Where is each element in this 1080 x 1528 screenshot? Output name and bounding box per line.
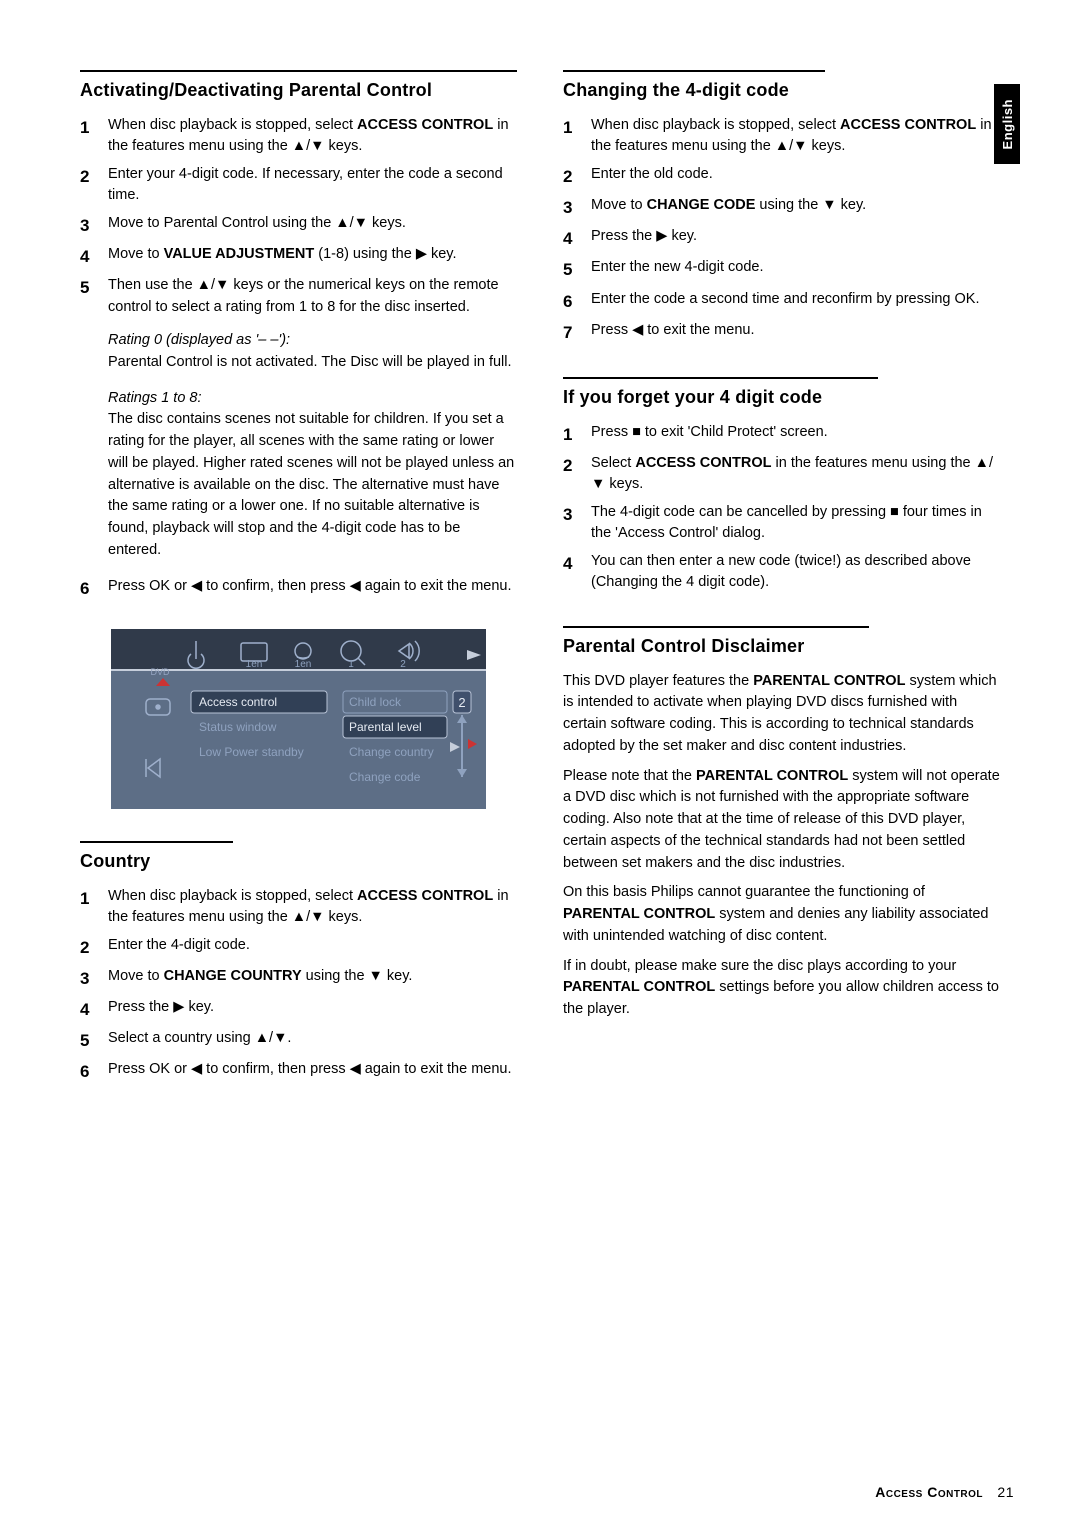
step-body: Press the ▶ key. bbox=[108, 997, 517, 1022]
step-body: Select ACCESS CONTROL in the features me… bbox=[591, 453, 1000, 496]
step-body: Move to CHANGE COUNTRY using the ▼ key. bbox=[108, 966, 517, 991]
svg-text:1: 1 bbox=[348, 659, 354, 670]
step-number: 1 bbox=[80, 115, 94, 158]
osd-menu-figure: DVD bbox=[111, 629, 486, 809]
heading-activating: Activating/Deactivating Parental Control bbox=[80, 70, 517, 101]
step-body: Press OK or ◀ to confirm, then press ◀ a… bbox=[108, 1059, 517, 1084]
step-number: 3 bbox=[80, 966, 94, 991]
steps-forgot-code: 1 Press ■ to exit 'Child Protect' screen.… bbox=[563, 422, 1000, 594]
heading-change-code: Changing the 4-digit code bbox=[563, 70, 825, 101]
section-disclaimer: Parental Control Disclaimer This DVD pla… bbox=[563, 626, 1000, 1021]
steps-country: 1 When disc playback is stopped, select A… bbox=[80, 886, 517, 1085]
right-column: Changing the 4-digit code 1 When disc pla… bbox=[563, 70, 1000, 1096]
heading-disclaimer: Parental Control Disclaimer bbox=[563, 626, 869, 657]
step-body: Move to CHANGE CODE using the ▼ key. bbox=[591, 195, 1000, 220]
step-body: Enter your 4-digit code. If necessary, e… bbox=[108, 164, 517, 207]
step-number: 2 bbox=[80, 935, 94, 960]
step-number: 6 bbox=[563, 289, 577, 314]
step-body: Enter the 4-digit code. bbox=[108, 935, 517, 960]
rating-notes: Rating 0 (displayed as '– –'): Parental … bbox=[80, 330, 517, 562]
step-body: When disc playback is stopped, select AC… bbox=[591, 115, 1000, 158]
steps-activating: 1 When disc playback is stopped, select A… bbox=[80, 115, 517, 318]
left-column: Activating/Deactivating Parental Control… bbox=[80, 70, 517, 1096]
manual-page: English Activating/Deactivating Parental… bbox=[0, 0, 1080, 1528]
dvd-logo-text: DVD bbox=[150, 667, 170, 677]
step-number: 4 bbox=[563, 551, 577, 594]
disclaimer-para: If in doubt, please make sure the disc p… bbox=[563, 956, 1000, 1021]
step-body: Move to Parental Control using the ▲/▼ k… bbox=[108, 213, 517, 238]
disclaimer-para: On this basis Philips cannot guarantee t… bbox=[563, 882, 1000, 947]
section-activating-parental: Activating/Deactivating Parental Control… bbox=[80, 70, 517, 809]
step-number: 1 bbox=[563, 422, 577, 447]
step-number: 3 bbox=[80, 213, 94, 238]
content-columns: Activating/Deactivating Parental Control… bbox=[80, 70, 1014, 1096]
step-number: 5 bbox=[80, 1028, 94, 1053]
disclaimer-body: This DVD player features the PARENTAL CO… bbox=[563, 671, 1000, 1021]
step-body: Enter the new 4-digit code. bbox=[591, 257, 1000, 282]
step-number: 6 bbox=[80, 1059, 94, 1084]
step-number: 7 bbox=[563, 320, 577, 345]
step-body: The 4-digit code can be cancelled by pre… bbox=[591, 502, 1000, 545]
ratings18-head: Ratings 1 to 8: bbox=[108, 388, 517, 410]
section-forgot-code: If you forget your 4 digit code 1 Press ■… bbox=[563, 377, 1000, 594]
step-body: Select a country using ▲/▼. bbox=[108, 1028, 517, 1053]
ratings18-body: The disc contains scenes not suitable fo… bbox=[108, 409, 517, 561]
step-body: Press OK or ◀ to confirm, then press ◀ a… bbox=[108, 576, 517, 601]
disclaimer-para: Please note that the PARENTAL CONTROL sy… bbox=[563, 766, 1000, 875]
heading-forgot-code: If you forget your 4 digit code bbox=[563, 377, 878, 408]
step-number: 4 bbox=[80, 997, 94, 1022]
svg-text:2: 2 bbox=[458, 695, 465, 710]
step-number: 5 bbox=[563, 257, 577, 282]
step-body: Enter the old code. bbox=[591, 164, 1000, 189]
rating0-head: Rating 0 (displayed as '– –'): bbox=[108, 330, 517, 352]
page-footer: Access Control 21 bbox=[875, 1484, 1014, 1500]
step-body: Then use the ▲/▼ keys or the numerical k… bbox=[108, 275, 517, 318]
language-tab: English bbox=[994, 84, 1020, 164]
svg-text:Access control: Access control bbox=[199, 695, 277, 709]
steps-activating-cont: 6 Press OK or ◀ to confirm, then press ◀ … bbox=[80, 576, 517, 601]
step-number: 2 bbox=[80, 164, 94, 207]
svg-text:Low Power standby: Low Power standby bbox=[199, 745, 304, 759]
step-number: 3 bbox=[563, 502, 577, 545]
step-number: 5 bbox=[80, 275, 94, 318]
svg-text:2: 2 bbox=[400, 659, 406, 670]
step-number: 6 bbox=[80, 576, 94, 601]
step-body: Press the ▶ key. bbox=[591, 226, 1000, 251]
section-change-code: Changing the 4-digit code 1 When disc pla… bbox=[563, 70, 1000, 345]
language-tab-label: English bbox=[1000, 99, 1015, 149]
step-body: Enter the code a second time and reconfi… bbox=[591, 289, 1000, 314]
footer-page-number: 21 bbox=[997, 1484, 1014, 1500]
svg-text:Change country: Change country bbox=[349, 745, 434, 759]
heading-country: Country bbox=[80, 841, 233, 872]
step-body: You can then enter a new code (twice!) a… bbox=[591, 551, 1000, 594]
steps-change-code: 1 When disc playback is stopped, select A… bbox=[563, 115, 1000, 345]
svg-text:Change code: Change code bbox=[349, 770, 421, 784]
svg-text:Child lock: Child lock bbox=[349, 695, 402, 709]
svg-text:1en: 1en bbox=[246, 659, 263, 670]
step-number: 1 bbox=[563, 115, 577, 158]
step-body: When disc playback is stopped, select AC… bbox=[108, 886, 517, 929]
step-number: 3 bbox=[563, 195, 577, 220]
step-body: When disc playback is stopped, select AC… bbox=[108, 115, 517, 158]
step-body: Press ■ to exit 'Child Protect' screen. bbox=[591, 422, 1000, 447]
disclaimer-para: This DVD player features the PARENTAL CO… bbox=[563, 671, 1000, 758]
step-number: 4 bbox=[563, 226, 577, 251]
svg-text:Status window: Status window bbox=[199, 720, 277, 734]
svg-text:Parental level: Parental level bbox=[349, 720, 422, 734]
step-body: Move to VALUE ADJUSTMENT (1-8) using the… bbox=[108, 244, 517, 269]
svg-text:1en: 1en bbox=[295, 659, 312, 670]
step-number: 1 bbox=[80, 886, 94, 929]
step-body: Press ◀ to exit the menu. bbox=[591, 320, 1000, 345]
step-number: 4 bbox=[80, 244, 94, 269]
step-number: 2 bbox=[563, 453, 577, 496]
rating0-body: Parental Control is not activated. The D… bbox=[108, 352, 517, 374]
section-country: Country 1 When disc playback is stopped, … bbox=[80, 841, 517, 1085]
step-number: 2 bbox=[563, 164, 577, 189]
footer-title: Access Control bbox=[875, 1484, 983, 1500]
